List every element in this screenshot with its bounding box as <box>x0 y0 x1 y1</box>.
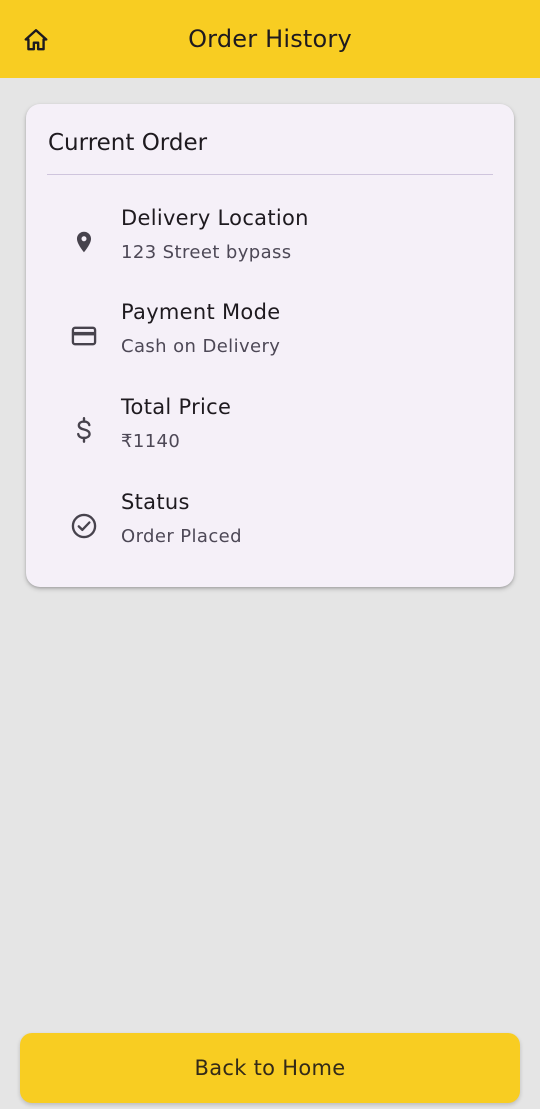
row-label: Total Price <box>121 395 232 419</box>
row-value: Cash on Delivery <box>121 336 281 357</box>
location-pin-icon <box>66 224 102 260</box>
order-detail-row-status: Status Order Placed <box>26 490 514 570</box>
row-label: Delivery Location <box>121 206 309 230</box>
card-title: Current Order <box>48 130 208 156</box>
row-value: 123 Street bypass <box>121 242 292 263</box>
back-to-home-button[interactable]: Back to Home <box>20 1033 520 1103</box>
current-order-card: Current Order Delivery Location 123 Stre… <box>26 104 514 587</box>
order-detail-row-delivery-location: Delivery Location 123 Street bypass <box>26 206 514 286</box>
credit-card-icon <box>66 318 102 354</box>
row-value: ₹1140 <box>121 431 181 452</box>
divider <box>47 174 493 175</box>
home-icon <box>24 29 48 51</box>
back-to-home-label: Back to Home <box>194 1056 346 1080</box>
order-detail-row-payment-mode: Payment Mode Cash on Delivery <box>26 300 514 380</box>
order-detail-row-total-price: Total Price ₹1140 <box>26 395 514 475</box>
row-value: Order Placed <box>121 526 242 547</box>
dollar-icon <box>66 413 102 449</box>
row-label: Status <box>121 490 190 514</box>
check-circle-icon <box>66 508 102 544</box>
row-label: Payment Mode <box>121 300 281 324</box>
home-button[interactable] <box>18 22 54 58</box>
app-bar: Order History <box>0 0 540 78</box>
page-title: Order History <box>188 25 352 53</box>
